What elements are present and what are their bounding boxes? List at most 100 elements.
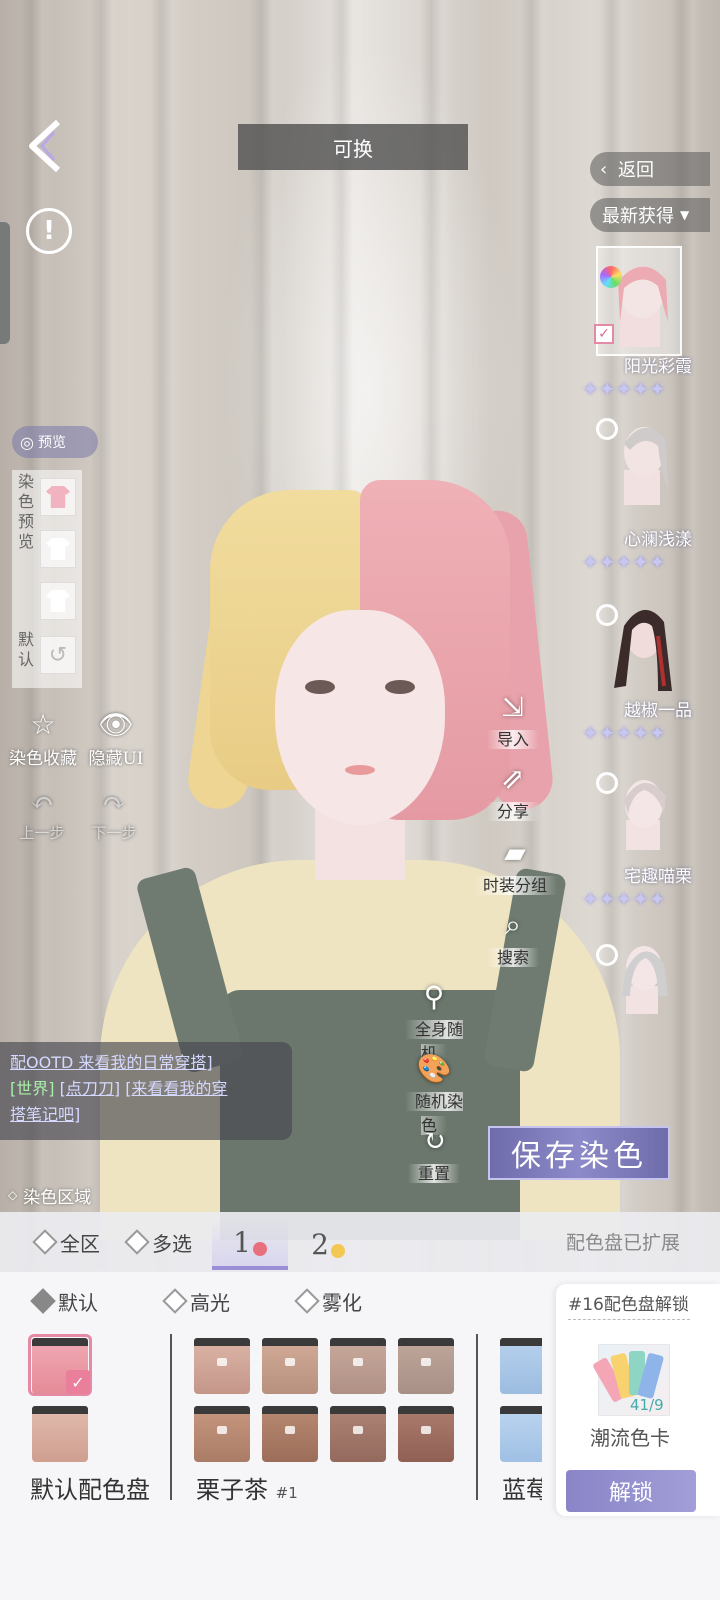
star-rating: ✦✦✦✦✦ <box>582 550 666 574</box>
dye-region-header: ◇ 染色区域 <box>8 1180 91 1210</box>
lock-icon <box>421 1358 431 1366</box>
select-radio[interactable] <box>596 944 618 966</box>
dye-preview-slot-2[interactable] <box>40 530 76 568</box>
tab-region-1-label: 1 <box>233 1225 251 1259</box>
undo-label: 上一步 <box>19 824 65 842</box>
diamond-radio-icon <box>162 1288 188 1314</box>
option-multi[interactable]: 多选 <box>124 1226 192 1258</box>
person-shuffle-icon: ⚲ <box>423 980 445 1013</box>
hide-ui-label: 隐藏UI <box>88 749 144 769</box>
chat-username[interactable]: [点刀刀] <box>60 1079 121 1098</box>
share-button[interactable]: ⇗ 分享 <box>486 762 540 822</box>
outfit-item[interactable]: 心澜浅漾 ✦✦✦✦✦ <box>582 410 720 574</box>
chat-message-cont[interactable]: 搭笔记吧] <box>10 1105 80 1124</box>
locked-swatch[interactable] <box>262 1338 318 1394</box>
outfit-name: 越椒一品 <box>624 701 692 721</box>
locked-swatch[interactable] <box>262 1406 318 1462</box>
back-button[interactable] <box>24 118 68 174</box>
star-rating: ✦✦✦✦✦ <box>582 377 666 401</box>
select-radio[interactable] <box>596 772 618 794</box>
outfit-item[interactable]: 越椒一品 ✦✦✦✦✦ <box>582 596 720 746</box>
search-button[interactable]: ⌕ 搜索 <box>486 908 540 968</box>
outfit-item[interactable]: 宅趣喵栗 ✦✦✦✦✦ <box>582 764 720 914</box>
checkmark-icon: ✓ <box>66 1370 90 1394</box>
checkbox-checked-icon: ✓ <box>594 324 614 344</box>
save-dye-button[interactable]: 保存染色 <box>488 1126 670 1180</box>
select-radio[interactable] <box>596 418 618 440</box>
redo-button[interactable]: ↷ 下一步 <box>86 786 142 843</box>
mode-mist[interactable]: 雾化 <box>294 1286 362 1316</box>
diamond-radio-icon <box>32 1229 58 1255</box>
lock-icon <box>285 1358 295 1366</box>
reset-label: 重置 <box>407 1164 460 1183</box>
lock-icon <box>217 1358 227 1366</box>
return-label: 返回 <box>618 160 654 181</box>
shirt-icon <box>46 590 70 612</box>
locked-swatch[interactable] <box>194 1406 250 1462</box>
sort-dropdown[interactable]: 最新获得 ▼ <box>590 198 710 232</box>
info-button[interactable]: ! <box>26 208 72 254</box>
palette-divider <box>476 1334 478 1500</box>
region-color-dot <box>330 1244 345 1258</box>
select-radio[interactable] <box>596 604 618 626</box>
option-all-label: 全区 <box>60 1231 100 1256</box>
reset-button[interactable]: ↻ 重置 <box>404 1124 464 1184</box>
import-icon: ⇲ <box>501 690 525 723</box>
unlock-button[interactable]: 解锁 <box>566 1470 696 1512</box>
outfit-item[interactable]: ✓ 阳光彩霞 ✦✦✦✦✦ <box>582 246 720 402</box>
preview-toggle[interactable]: ◎ 预览 <box>12 426 98 458</box>
mode-default[interactable]: 默认 <box>30 1286 98 1316</box>
outfit-group-button[interactable]: ▰ 时装分组 <box>470 836 560 896</box>
palette-divider <box>170 1334 172 1500</box>
chat-message[interactable]: [来看看我的穿 <box>125 1079 227 1098</box>
hide-ui-button[interactable]: 👁 隐藏UI <box>86 708 146 769</box>
locked-swatch[interactable] <box>330 1338 386 1394</box>
dye-favorite-label: 染色收藏 <box>9 749 77 769</box>
option-all[interactable]: 全区 <box>32 1226 100 1258</box>
dye-preview-slot-1[interactable] <box>40 478 76 516</box>
locked-swatch[interactable] <box>194 1338 250 1394</box>
import-button[interactable]: ⇲ 导入 <box>486 690 540 750</box>
outfit-name: 心澜浅漾 <box>624 530 692 550</box>
chat-line[interactable]: 配OOTD 来看我的日常穿搭] <box>10 1053 213 1072</box>
lock-icon <box>353 1358 363 1366</box>
tab-region-2[interactable]: 2 <box>290 1218 366 1270</box>
diamond-radio-icon <box>294 1288 320 1314</box>
palette-name: 默认配色盘 <box>30 1476 150 1504</box>
outfit-name: 阳光彩霞 <box>624 357 692 377</box>
reset-shirt-icon: ↺ <box>48 642 68 668</box>
palette-shuffle-icon: 🎨 <box>416 1052 452 1085</box>
share-icon: ⇗ <box>501 762 525 795</box>
undo-button[interactable]: ↶ 上一步 <box>14 786 70 843</box>
tab-region-1[interactable]: 1 <box>212 1218 288 1270</box>
lock-icon <box>285 1426 295 1434</box>
color-swatch[interactable] <box>32 1406 88 1462</box>
return-button[interactable]: ‹ 返回 <box>590 152 710 186</box>
chat-channel: [世界] <box>10 1079 55 1098</box>
mode-highlight[interactable]: 高光 <box>162 1286 230 1316</box>
redo-label: 下一步 <box>91 824 137 842</box>
folder-icon: ▰ <box>504 836 526 869</box>
dye-favorite-button[interactable]: ☆ 染色收藏 <box>8 708 78 769</box>
sort-label: 最新获得 <box>602 206 674 227</box>
locked-swatch[interactable] <box>330 1406 386 1462</box>
locked-swatch[interactable] <box>398 1406 454 1462</box>
share-label: 分享 <box>486 802 539 821</box>
character-eye-right <box>385 680 415 694</box>
side-drawer-handle[interactable] <box>0 222 10 344</box>
reset-icon: ↻ <box>422 1124 446 1157</box>
chevron-left-icon: ‹ <box>600 158 608 180</box>
locked-swatch[interactable] <box>500 1338 542 1394</box>
palette-name: 蓝莓 <box>502 1476 542 1504</box>
back-arrow-icon <box>29 119 61 173</box>
locked-swatch[interactable] <box>398 1338 454 1394</box>
region-color-dot <box>252 1242 267 1256</box>
world-chat-box[interactable]: 配OOTD 来看我的日常穿搭] [世界] [点刀刀] [来看看我的穿 搭笔记吧] <box>0 1042 292 1140</box>
lock-icon <box>353 1426 363 1434</box>
locked-swatch[interactable] <box>500 1406 542 1462</box>
dye-preview-slot-3[interactable] <box>40 582 76 620</box>
card-count: 41/9 <box>630 1396 664 1414</box>
outfit-item[interactable] <box>590 936 720 1086</box>
lock-icon <box>217 1426 227 1434</box>
default-reset-slot[interactable]: ↺ <box>40 636 76 674</box>
